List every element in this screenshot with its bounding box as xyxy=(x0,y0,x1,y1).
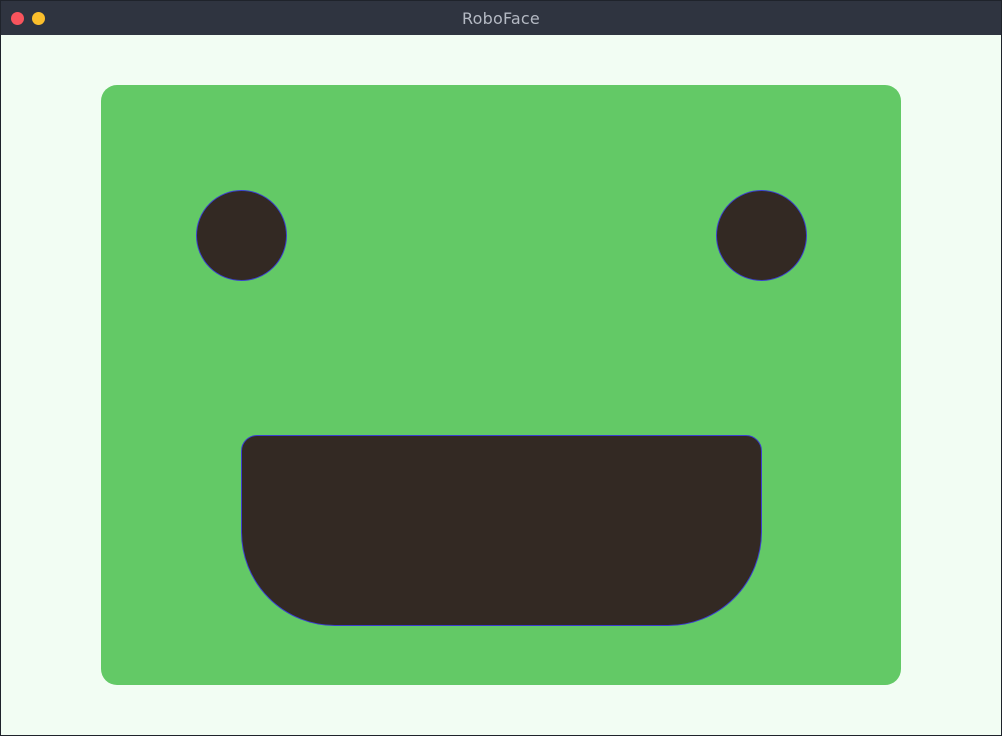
robot-face xyxy=(101,85,901,685)
title-bar[interactable]: RoboFace xyxy=(1,1,1001,35)
mouth xyxy=(241,435,762,626)
right-eye xyxy=(716,190,807,281)
left-eye xyxy=(196,190,287,281)
app-window: RoboFace xyxy=(0,0,1002,736)
canvas-area xyxy=(1,35,1001,735)
window-title: RoboFace xyxy=(462,9,540,28)
